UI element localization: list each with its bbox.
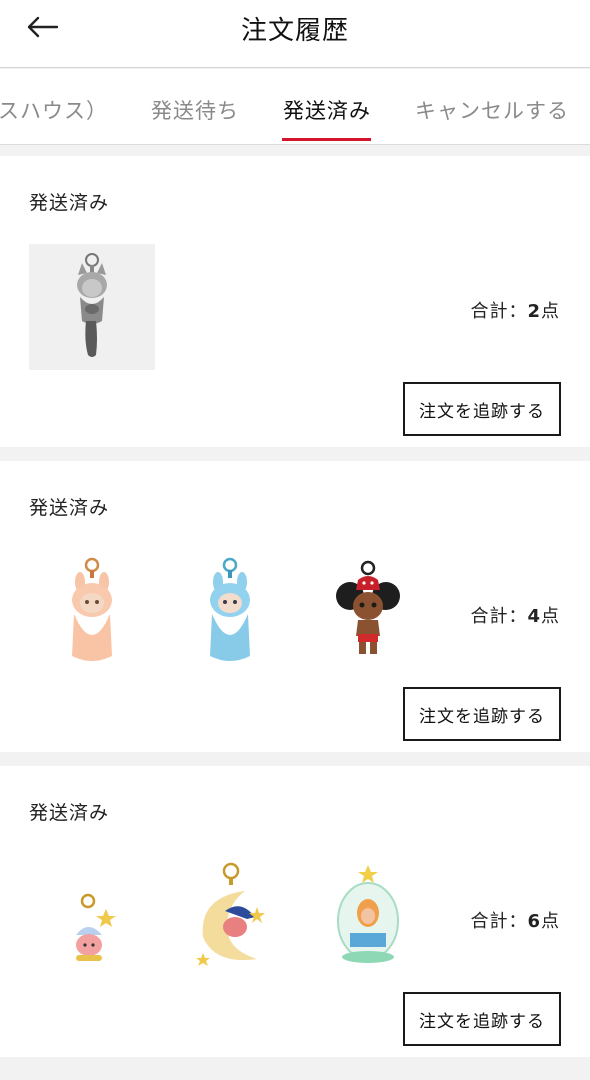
order-card[interactable]: 発送済み 合計：4点 注文を追跡する <box>0 461 590 752</box>
page-title: 注文履歴 <box>240 16 349 46</box>
total-suffix: 点 <box>541 301 560 322</box>
total-prefix: 合計： <box>470 911 528 932</box>
order-total: 合計：6点 <box>470 907 560 933</box>
tab-cancel[interactable]: キャンセルする <box>415 95 569 125</box>
product-thumbnail[interactable] <box>167 549 293 675</box>
product-thumbnail[interactable] <box>305 549 431 675</box>
blue-plush-keychain <box>210 557 250 661</box>
total-prefix: 合計： <box>470 301 528 322</box>
order-status-tabs: スハウス） 発送待ち 発送済み キャンセルする <box>0 69 590 145</box>
product-thumbnail[interactable] <box>29 549 155 675</box>
star-kid-keychain <box>76 893 116 961</box>
product-thumbnail[interactable] <box>167 854 293 980</box>
track-order-button[interactable]: 注文を追跡する <box>403 687 561 741</box>
product-thumbnail[interactable] <box>305 854 431 980</box>
total-prefix: 合計： <box>470 606 528 627</box>
curly-hair-doll-keychain <box>336 560 400 654</box>
tab-in-house[interactable]: スハウス） <box>0 95 108 125</box>
total-count: 6 <box>527 911 541 932</box>
total-suffix: 点 <box>541 911 560 932</box>
order-status: 発送済み <box>29 192 110 214</box>
product-thumbnail[interactable] <box>29 854 155 980</box>
order-card[interactable]: 発送済み 合計：2点 注文を追跡する <box>0 156 590 447</box>
order-status: 発送済み <box>29 802 110 824</box>
capsule-figure-keychain <box>337 865 399 963</box>
peach-plush-keychain <box>72 557 112 661</box>
product-thumbnail[interactable] <box>29 244 155 370</box>
track-order-button[interactable]: 注文を追跡する <box>403 992 561 1046</box>
tab-shipped[interactable]: 発送済み <box>283 95 371 125</box>
total-count: 2 <box>527 301 541 322</box>
total-count: 4 <box>527 606 541 627</box>
order-total: 合計：2点 <box>470 297 560 323</box>
grey-fox-keychain-figure <box>77 253 107 357</box>
order-card[interactable]: 発送済み 合計：6点 注文を追跡する <box>0 766 590 1057</box>
total-suffix: 点 <box>541 606 560 627</box>
track-order-button[interactable]: 注文を追跡する <box>403 382 561 436</box>
order-status: 発送済み <box>29 497 110 519</box>
active-tab-indicator <box>282 138 371 141</box>
app-header: 注文履歴 <box>0 0 590 68</box>
order-total: 合計：4点 <box>470 602 560 628</box>
tab-awaiting-shipment[interactable]: 発送待ち <box>151 95 239 125</box>
moon-sleeper-keychain <box>196 862 265 966</box>
